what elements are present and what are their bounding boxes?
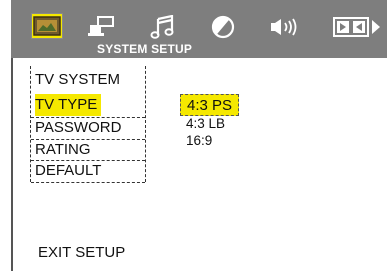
dolby-digital-icon <box>333 17 380 37</box>
speaker-icon <box>271 18 297 36</box>
menu-item-password[interactable]: PASSWORD <box>35 117 121 139</box>
setup-menu-screen: SYSTEM SETUP TV SYSTEM TV TYPE PASSWORD … <box>0 0 387 271</box>
tv-type-option-4-3-ps[interactable]: 4:3 PS <box>180 94 240 116</box>
menu-item-rating[interactable]: RATING <box>35 139 91 161</box>
system-setup-icon <box>33 16 61 36</box>
menu-item-default[interactable]: DEFAULT <box>35 160 101 182</box>
language-icon <box>88 16 114 36</box>
language-tab[interactable] <box>83 15 119 39</box>
menu-divider <box>31 182 145 183</box>
system-setup-tab[interactable] <box>31 13 63 39</box>
menu-item-tv-system[interactable]: TV SYSTEM <box>35 69 120 91</box>
audio-tab[interactable] <box>145 15 181 39</box>
speaker-tab[interactable] <box>266 15 306 39</box>
dolby-tab[interactable] <box>333 15 387 39</box>
tab-icon-bar <box>13 13 387 43</box>
video-tab[interactable] <box>205 15 241 39</box>
section-title: SYSTEM SETUP <box>97 42 193 56</box>
exit-setup-button[interactable]: EXIT SETUP <box>38 243 125 263</box>
tv-type-option-4-3-lb[interactable]: 4:3 LB <box>186 115 225 132</box>
menu-item-tv-type[interactable]: TV TYPE <box>35 94 102 116</box>
video-display-icon <box>211 15 235 39</box>
tv-type-option-16-9[interactable]: 16:9 <box>186 132 212 149</box>
audio-note-icon <box>150 15 174 39</box>
